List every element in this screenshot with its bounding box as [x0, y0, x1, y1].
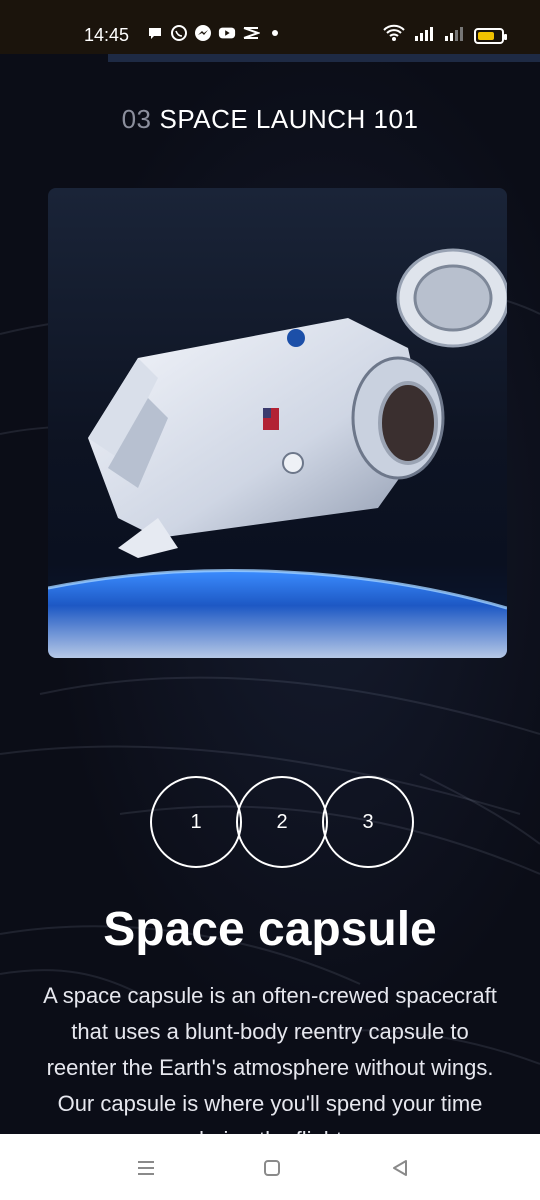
pager-button-2[interactable]: 2 [236, 776, 328, 868]
messenger-icon [194, 24, 212, 42]
page-heading: 03 SPACE LAUNCH 101 [0, 104, 540, 135]
pager-button-1[interactable]: 1 [150, 776, 242, 868]
signal-secondary-icon [444, 24, 466, 47]
status-time: 14:45 [84, 25, 130, 45]
battery-icon [474, 27, 507, 44]
spacecraft-image [48, 188, 507, 658]
content-description: A space capsule is an often-crewed space… [43, 983, 497, 1134]
menu-icon[interactable] [132, 1154, 160, 1182]
back-icon[interactable] [386, 1154, 414, 1182]
main-content: 03 SPACE LAUNCH 101 1 2 3 Space capsule … [0, 54, 540, 1134]
home-icon[interactable] [258, 1154, 286, 1182]
content-title: Space capsule [103, 903, 437, 956]
youtube-icon [218, 24, 236, 42]
status-bar: 14:45 [0, 0, 540, 54]
pager-button-3[interactable]: 3 [322, 776, 414, 868]
whatsapp-icon [170, 24, 188, 42]
page-number: 03 [121, 104, 152, 134]
system-icons [382, 24, 507, 47]
page-heading-text: SPACE LAUNCH 101 [159, 104, 419, 134]
notification-icons [146, 24, 284, 42]
system-nav-bar [0, 1134, 540, 1200]
pager: 1 2 3 [150, 776, 414, 868]
capcut-icon [242, 24, 260, 42]
dot-icon [266, 24, 284, 42]
spacecraft-illustration [48, 188, 507, 658]
signal-icon [414, 24, 436, 47]
chat-bubble-icon [146, 24, 164, 42]
wifi-icon [382, 24, 406, 47]
